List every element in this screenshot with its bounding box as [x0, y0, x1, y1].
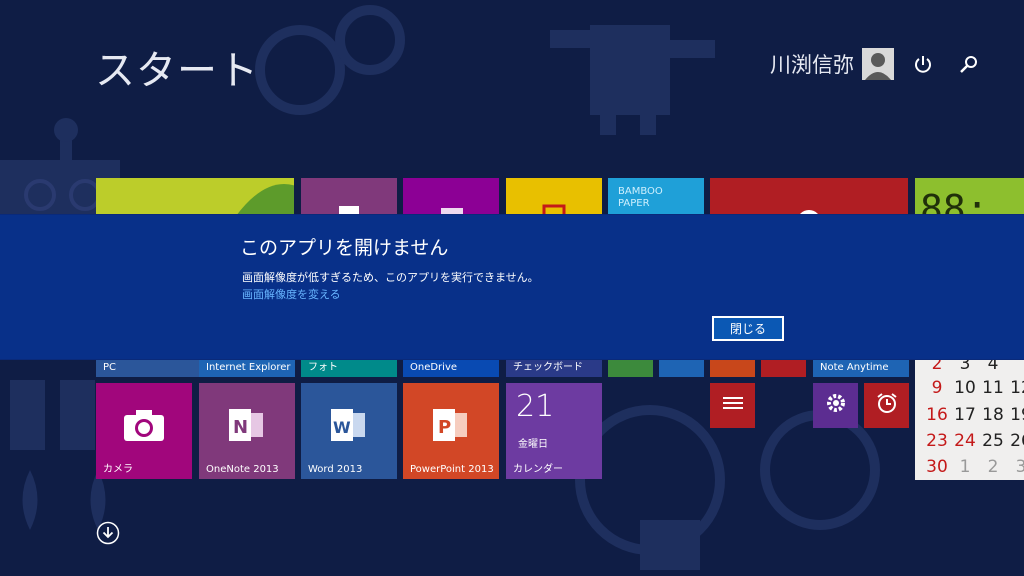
store-icon — [441, 208, 463, 216]
list-icon — [722, 396, 743, 409]
digital-clock-icon: 88: — [920, 187, 989, 216]
tile-calendar[interactable]: 21 金曜日 カレンダー — [506, 383, 602, 479]
tile-store-top[interactable] — [403, 178, 499, 216]
svg-text:88:: 88: — [920, 187, 989, 216]
dialog-title: このアプリを開けません — [240, 237, 449, 259]
cal-cell: 16 — [926, 405, 948, 425]
tile-small-orange[interactable] — [710, 359, 755, 377]
power-icon — [915, 56, 931, 73]
calendar-date: 21 — [516, 389, 555, 424]
tile-small-blue[interactable] — [659, 359, 704, 377]
cal-cell: 19 — [1010, 405, 1024, 425]
tile-bamboo-top[interactable]: BAMBOO PAPER — [608, 178, 704, 216]
stopwatch-icon — [798, 210, 820, 216]
leaf-image — [236, 184, 294, 216]
alarm-clock-icon — [876, 392, 897, 413]
tile-camera[interactable]: カメラ — [96, 383, 192, 479]
cal-cell: 25 — [982, 431, 1004, 451]
power-button[interactable] — [912, 54, 934, 76]
tile-onenote[interactable]: N OneNote 2013 — [199, 383, 295, 479]
calendar-weekday: 金曜日 — [518, 439, 548, 450]
onenote-icon — [339, 206, 359, 216]
tile-ie-label: Internet Explorer — [206, 362, 291, 373]
cal-cell: 30 — [926, 457, 948, 477]
tile-alarm[interactable] — [864, 383, 909, 428]
user-account[interactable]: 川渕信弥 — [770, 48, 894, 80]
apps-view-button[interactable] — [96, 521, 120, 545]
tile-photo-label: フォト — [308, 362, 338, 373]
tile-internet-explorer[interactable]: Internet Explorer — [199, 359, 295, 377]
powerpoint-icon: P — [433, 409, 467, 442]
cal-cell: 2 — [987, 457, 999, 477]
tile-checkboard[interactable]: チェックボード — [506, 359, 602, 377]
page-title: スタート — [95, 48, 259, 94]
tile-checkboard-label: チェックボード — [513, 362, 583, 373]
error-dialog: このアプリを開けません 画面解像度が低すぎるため、このアプリを実行できません。 … — [0, 215, 1024, 359]
cal-cell: 12 — [1010, 378, 1024, 398]
cal-cell: 24 — [954, 431, 976, 451]
tile-reader-top[interactable] — [506, 178, 602, 216]
cal-cell: 26 — [1010, 431, 1024, 451]
cal-cell: 1 — [959, 457, 971, 477]
tile-onedrive[interactable]: OneDrive — [403, 359, 499, 377]
search-button[interactable] — [958, 54, 980, 76]
tile-photo-top[interactable] — [96, 178, 294, 216]
change-resolution-link[interactable]: 画面解像度を変える — [242, 286, 341, 302]
tile-powerpoint-label: PowerPoint 2013 — [410, 464, 494, 475]
close-button[interactable]: 閉じる — [712, 316, 784, 341]
tile-small-red[interactable] — [761, 359, 806, 377]
cal-cell: 23 — [926, 431, 948, 451]
tile-note-anytime-label: Note Anytime — [820, 362, 889, 373]
tile-word-label: Word 2013 — [308, 464, 363, 475]
tile-calendar-label: カレンダー — [513, 464, 563, 475]
camera-icon — [124, 410, 164, 442]
avatar[interactable] — [862, 48, 894, 80]
svg-text:N: N — [233, 417, 248, 438]
tile-camera-label: カメラ — [103, 464, 133, 475]
arrow-down-circle-icon — [96, 521, 120, 545]
svg-text:P: P — [438, 417, 451, 438]
cal-cell: 18 — [982, 405, 1004, 425]
tile-clock-top[interactable]: 88: — [915, 178, 1024, 216]
search-icon — [960, 56, 977, 73]
tile-note-anytime[interactable]: Note Anytime — [813, 359, 909, 377]
tile-onenote-top[interactable] — [301, 178, 397, 216]
tile-onedrive-label: OneDrive — [410, 362, 458, 373]
tile-settings[interactable] — [813, 383, 858, 428]
word-icon: W — [331, 409, 365, 442]
gear-icon — [826, 393, 845, 412]
svg-text:W: W — [333, 418, 351, 437]
tile-word[interactable]: W Word 2013 — [301, 383, 397, 479]
tile-photo[interactable]: フォト — [301, 359, 397, 377]
tile-small-green[interactable] — [608, 359, 653, 377]
cal-cell: 9 — [931, 378, 943, 398]
tile-news[interactable] — [710, 383, 755, 428]
tile-pc-label: PC — [103, 362, 117, 373]
tile-timer-top[interactable] — [710, 178, 908, 216]
reader-icon — [542, 204, 566, 216]
tile-onenote-label: OneNote 2013 — [206, 464, 279, 475]
user-icon — [865, 53, 891, 80]
tile-powerpoint[interactable]: P PowerPoint 2013 — [403, 383, 499, 479]
cal-cell: 10 — [954, 378, 976, 398]
tile-mini-calendar[interactable]: 2 3 4 9 10 11 12 16 17 18 19 23 24 25 26… — [915, 354, 1024, 480]
bamboo-text-1: BAMBOO — [618, 186, 663, 197]
cal-cell: 17 — [954, 405, 976, 425]
user-name: 川渕信弥 — [770, 53, 854, 77]
onenote-icon: N — [229, 409, 263, 442]
dialog-message: 画面解像度が低すぎるため、このアプリを実行できません。 — [242, 271, 539, 284]
cal-cell: 3 — [1015, 457, 1024, 477]
bamboo-text-2: PAPER — [618, 198, 650, 209]
cal-cell: 11 — [982, 378, 1004, 398]
